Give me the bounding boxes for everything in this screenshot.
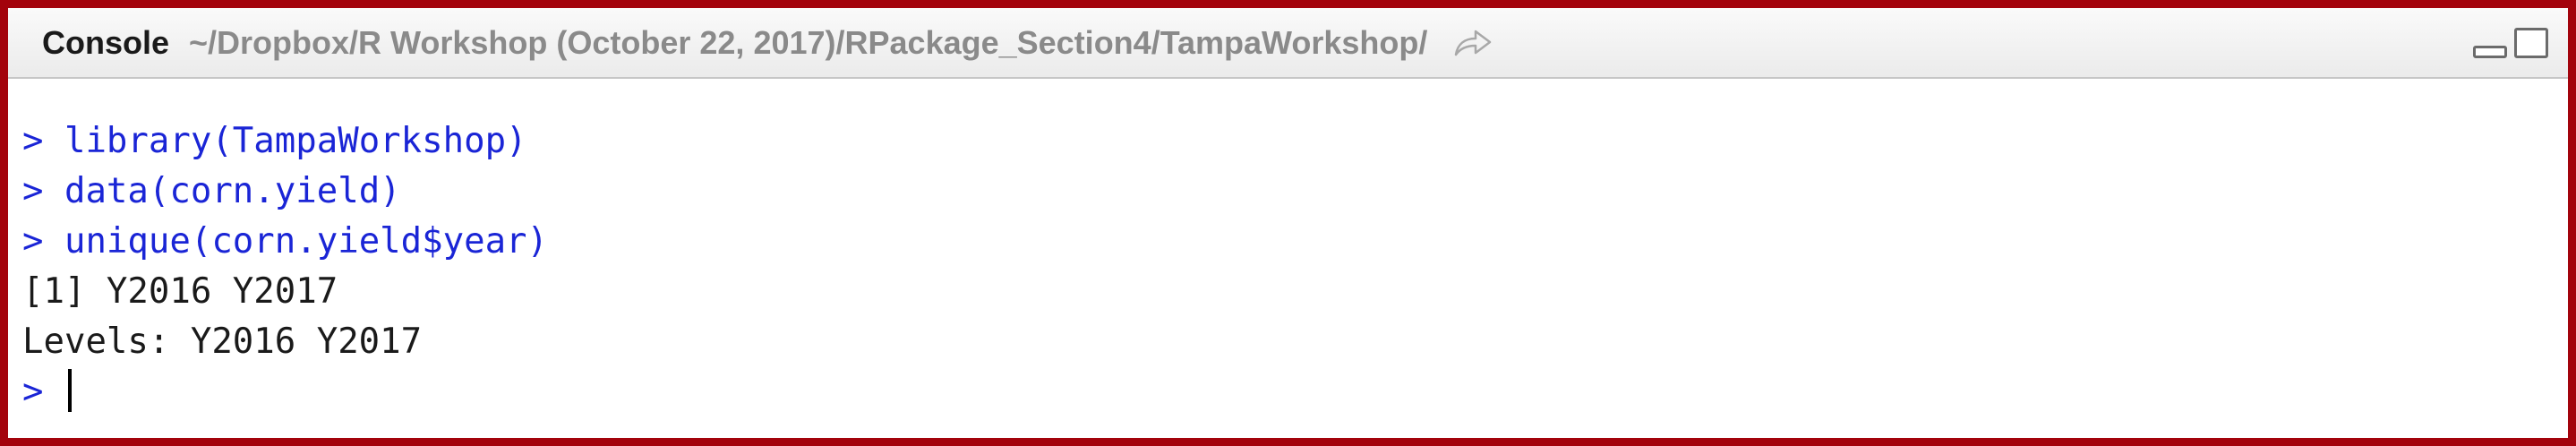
prompt-symbol: > bbox=[22, 171, 44, 211]
console-output-line: Levels: Y2016 Y2017 bbox=[22, 317, 2568, 367]
console-input-line: > library(TampaWorkshop) bbox=[22, 116, 2568, 167]
console-title[interactable]: Console bbox=[42, 24, 169, 62]
console-input-line: > unique(corn.yield$year) bbox=[22, 217, 2568, 267]
working-directory-path: ~/Dropbox/R Workshop (October 22, 2017)/… bbox=[189, 23, 1428, 61]
command-text: data(corn.yield) bbox=[64, 171, 401, 211]
output-text: [1] Y2016 Y2017 bbox=[22, 271, 338, 312]
console-prompt-line[interactable]: > bbox=[22, 367, 2568, 417]
command-text: library(TampaWorkshop) bbox=[64, 121, 527, 161]
text-cursor bbox=[67, 369, 72, 412]
console-output-line: [1] Y2016 Y2017 bbox=[22, 267, 2568, 317]
prompt-symbol: > bbox=[22, 121, 44, 161]
console-output[interactable]: > library(TampaWorkshop) > data(corn.yie… bbox=[8, 79, 2568, 438]
prompt-symbol: > bbox=[22, 372, 44, 412]
window-controls bbox=[2473, 28, 2548, 58]
arrow-share-icon[interactable] bbox=[1452, 28, 1493, 58]
console-input-line: > data(corn.yield) bbox=[22, 167, 2568, 217]
output-text: Levels: Y2016 Y2017 bbox=[22, 322, 423, 362]
console-pane: Console ~/Dropbox/R Workshop (October 22… bbox=[0, 0, 2576, 446]
console-header: Console ~/Dropbox/R Workshop (October 22… bbox=[8, 8, 2568, 79]
minimize-icon[interactable] bbox=[2473, 46, 2507, 58]
prompt-symbol: > bbox=[22, 221, 44, 262]
command-text: unique(corn.yield$year) bbox=[64, 221, 549, 262]
maximize-icon[interactable] bbox=[2514, 28, 2548, 58]
